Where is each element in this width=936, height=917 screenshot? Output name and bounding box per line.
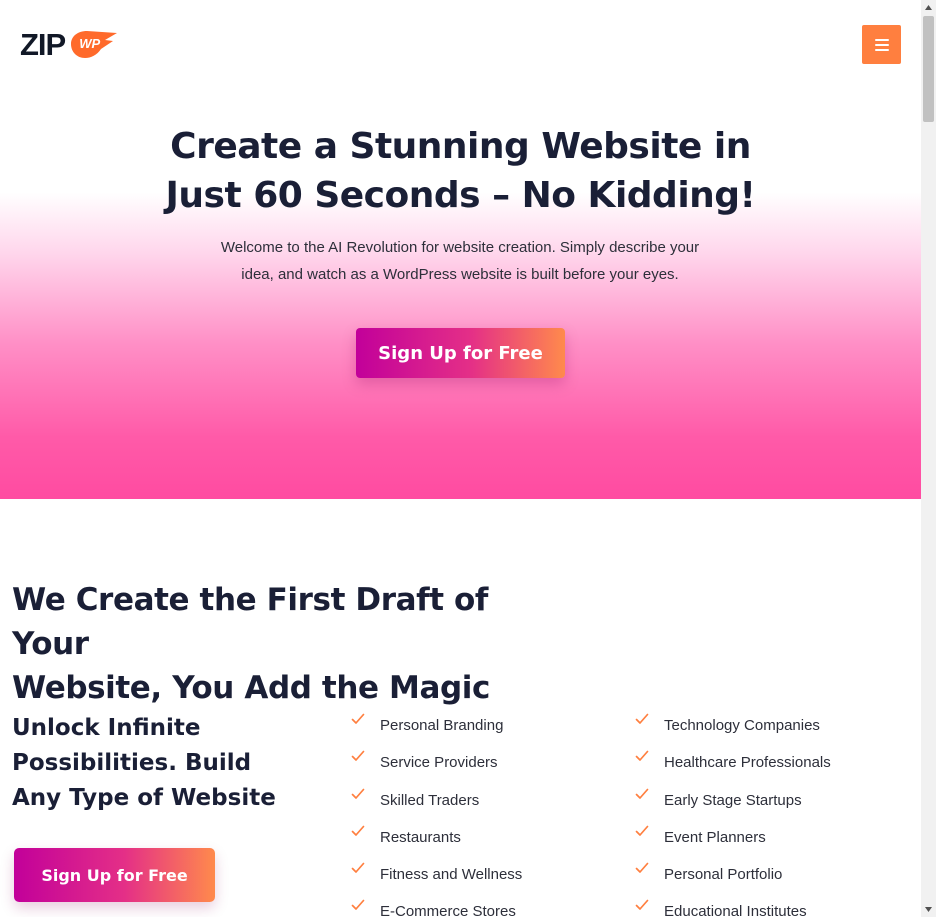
- list-item: Restaurants: [350, 821, 522, 858]
- hero-subtitle-line1: Welcome to the AI Revolution for website…: [220, 239, 700, 256]
- hero-title-line2: Just 60 Seconds – No Kidding!: [165, 175, 756, 216]
- menu-toggle-button[interactable]: [862, 25, 901, 64]
- list-item-label: Early Stage Startups: [664, 791, 802, 809]
- section-signup-button[interactable]: Sign Up for Free: [14, 848, 215, 902]
- list-item-label: Personal Portfolio: [664, 866, 783, 884]
- list-item-label: Fitness and Wellness: [380, 866, 523, 884]
- list-item-label: E-Commerce Stores: [380, 903, 516, 917]
- site-header: ZIP WP: [0, 0, 921, 90]
- list-item-label: Healthcare Professionals: [664, 754, 831, 772]
- logo-wp-text: WP: [79, 36, 101, 51]
- check-icon: [635, 713, 649, 724]
- hamburger-icon: [874, 38, 889, 51]
- zipwp-logo[interactable]: ZIP WP: [20, 26, 119, 62]
- list-item-label: Service Providers: [380, 754, 498, 772]
- section-title-line2: Website, You Add the Magic: [12, 670, 490, 706]
- page: ZIP WP Create a Stunning Website in Just…: [0, 0, 921, 917]
- website-types-list-left: Personal Branding Service Providers Skille…: [350, 709, 522, 917]
- scrollbar-thumb[interactable]: [923, 16, 934, 122]
- check-icon: [351, 788, 365, 799]
- list-item-label: Educational Institutes: [664, 903, 807, 917]
- check-icon: [351, 900, 365, 911]
- vertical-scrollbar[interactable]: [921, 0, 936, 917]
- hero-signup-button[interactable]: Sign Up for Free: [356, 328, 565, 378]
- check-icon: [351, 862, 365, 874]
- hero-subtitle: Welcome to the AI Revolution for website…: [190, 234, 730, 288]
- list-item-label: Skilled Traders: [380, 791, 480, 809]
- list-item: Healthcare Professionals: [634, 746, 831, 783]
- scroll-up-arrow-icon[interactable]: [921, 0, 936, 15]
- unlock-heading: Unlock Infinite Possibilities. Build Any…: [12, 711, 312, 816]
- list-item-label: Restaurants: [380, 828, 461, 846]
- scroll-down-arrow-icon[interactable]: [921, 902, 936, 917]
- check-icon: [351, 713, 365, 724]
- list-item: Technology Companies: [634, 709, 831, 746]
- hero-title: Create a Stunning Website in Just 60 Sec…: [0, 122, 921, 220]
- check-icon: [351, 825, 365, 836]
- check-icon: [351, 750, 365, 762]
- list-item: Personal Portfolio: [634, 858, 831, 895]
- list-item: E-Commerce Stores: [350, 895, 522, 917]
- hero-title-line1: Create a Stunning Website in: [170, 126, 751, 167]
- unlock-line1: Unlock Infinite: [12, 715, 201, 741]
- hero-subtitle-line2: idea, and watch as a WordPress website i…: [241, 266, 679, 283]
- section-title-line1: We Create the First Draft of Your: [12, 582, 489, 662]
- unlock-line2: Possibilities. Build: [12, 750, 252, 776]
- list-item: Early Stage Startups: [634, 784, 831, 821]
- list-item: Educational Institutes: [634, 895, 831, 917]
- check-icon: [635, 825, 649, 836]
- check-icon: [635, 862, 649, 874]
- list-item: Personal Branding: [350, 709, 522, 746]
- section-title: We Create the First Draft of Your Websit…: [12, 578, 572, 710]
- list-item: Skilled Traders: [350, 784, 522, 821]
- check-icon: [635, 750, 649, 762]
- logo-zip-text: ZIP: [20, 26, 66, 62]
- list-item-label: Technology Companies: [664, 717, 820, 734]
- list-item-label: Personal Branding: [380, 717, 504, 734]
- check-icon: [635, 900, 649, 911]
- check-icon: [635, 788, 649, 799]
- logo-wp-badge: WP: [67, 27, 119, 61]
- website-types-list-right: Technology Companies Healthcare Professio…: [634, 709, 831, 917]
- hero-section: Create a Stunning Website in Just 60 Sec…: [0, 90, 921, 499]
- list-item-label: Event Planners: [664, 828, 766, 846]
- list-item: Event Planners: [634, 821, 831, 858]
- list-item: Service Providers: [350, 746, 522, 783]
- list-item: Fitness and Wellness: [350, 858, 522, 895]
- unlock-line3: Any Type of Website: [12, 785, 276, 811]
